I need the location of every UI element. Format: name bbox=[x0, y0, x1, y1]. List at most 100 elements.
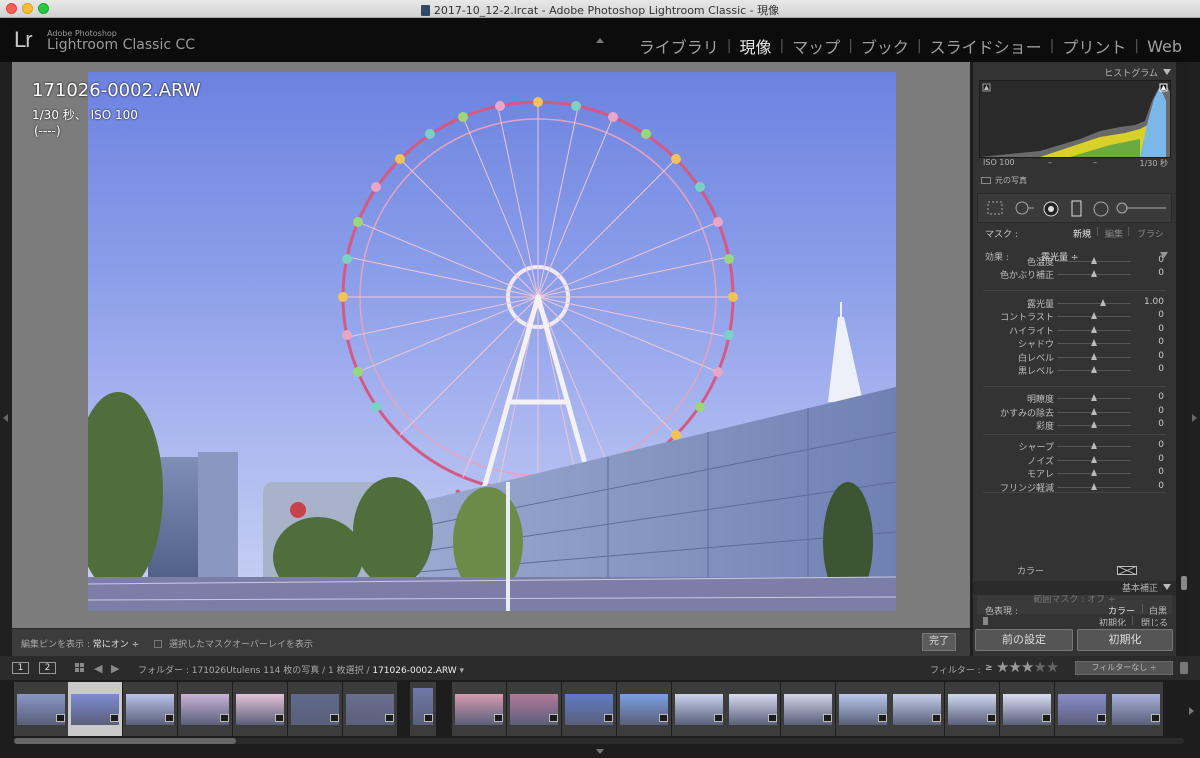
mask-edit-button[interactable]: 編集 bbox=[1105, 227, 1123, 240]
star-icon[interactable]: ★ bbox=[996, 658, 1009, 676]
star-icon[interactable]: ★ bbox=[1046, 658, 1059, 676]
mask-brush-button[interactable]: ブラシ bbox=[1137, 227, 1164, 240]
right-panel-toggle-icon[interactable] bbox=[1192, 414, 1197, 422]
slider-knob[interactable] bbox=[1099, 299, 1106, 306]
slider-value[interactable]: 0 bbox=[1158, 419, 1164, 429]
filter-preset-select[interactable]: フィルターなし ÷ bbox=[1075, 661, 1173, 675]
filmstrip-thumbnail[interactable] bbox=[123, 682, 177, 736]
filmstrip-thumbnail[interactable] bbox=[233, 682, 287, 736]
filmstrip-scrollbar[interactable] bbox=[14, 738, 236, 744]
slider-value[interactable]: 0 bbox=[1158, 481, 1164, 491]
slider-value[interactable]: 0 bbox=[1158, 406, 1164, 416]
module-print[interactable]: プリント bbox=[1054, 34, 1134, 58]
right-panel-edge[interactable] bbox=[1188, 62, 1200, 656]
slider-knob[interactable] bbox=[1091, 394, 1097, 401]
filmstrip-thumbnail[interactable] bbox=[410, 682, 436, 736]
original-photo-checkbox[interactable] bbox=[981, 177, 991, 184]
filter-lock-icon[interactable] bbox=[1180, 662, 1188, 674]
collapse-histogram-icon[interactable] bbox=[1163, 69, 1171, 75]
panel-scrollbar[interactable] bbox=[1181, 576, 1187, 590]
slider-knob[interactable] bbox=[1091, 469, 1097, 476]
slider-knob[interactable] bbox=[1091, 353, 1097, 360]
slider-knob[interactable] bbox=[1091, 456, 1097, 463]
star-icon[interactable]: ★ bbox=[1033, 658, 1046, 676]
filmstrip-thumbnail[interactable] bbox=[288, 682, 342, 736]
slider-value[interactable]: 0 bbox=[1158, 440, 1164, 450]
filmstrip-thumbnail[interactable] bbox=[1000, 682, 1054, 736]
main-photo[interactable] bbox=[88, 72, 896, 611]
slider-knob[interactable] bbox=[1091, 421, 1097, 428]
slider-knob[interactable] bbox=[1091, 339, 1097, 346]
basic-header[interactable]: 基本補正 bbox=[973, 581, 1176, 595]
slider-value[interactable]: 0 bbox=[1158, 467, 1164, 477]
filmstrip-thumbnail[interactable] bbox=[836, 682, 890, 736]
filmstrip-thumbnail[interactable] bbox=[672, 682, 726, 736]
slider-knob[interactable] bbox=[1091, 312, 1097, 319]
slider-knob[interactable] bbox=[1091, 257, 1097, 264]
filter-operator[interactable]: ≥ bbox=[985, 663, 993, 673]
filmstrip-thumbnail[interactable] bbox=[1055, 682, 1109, 736]
slider-knob[interactable] bbox=[1091, 442, 1097, 449]
top-panel-toggle-icon[interactable] bbox=[596, 38, 604, 43]
secondary-window-button[interactable]: 2 bbox=[39, 662, 56, 674]
slider-value[interactable]: 0 bbox=[1158, 364, 1164, 374]
slider-knob[interactable] bbox=[1091, 408, 1097, 415]
radial-filter-icon[interactable] bbox=[1092, 200, 1110, 218]
filmstrip-thumbnail[interactable] bbox=[343, 682, 397, 736]
edit-pin-dropdown[interactable]: 編集ピンを表示 : 常にオン ÷ bbox=[21, 637, 139, 650]
bottom-panel-toggle-icon[interactable] bbox=[596, 749, 604, 754]
edit-pin-value[interactable]: 常にオン ÷ bbox=[93, 640, 139, 650]
treatment-color-button[interactable]: カラー bbox=[1108, 604, 1135, 617]
filmstrip-scroll-right-icon[interactable] bbox=[1189, 707, 1194, 715]
left-panel-edge[interactable] bbox=[0, 62, 12, 656]
mask-overlay-toggle[interactable]: 選択したマスクオーバーレイを表示 bbox=[154, 637, 313, 650]
slider-knob[interactable] bbox=[1091, 270, 1097, 277]
filmstrip-thumbnail[interactable] bbox=[562, 682, 616, 736]
graduated-filter-icon[interactable] bbox=[1070, 200, 1084, 218]
filmstrip-thumbnail[interactable] bbox=[68, 682, 122, 736]
primary-window-button[interactable]: 1 bbox=[12, 662, 29, 674]
crop-overlay-icon[interactable] bbox=[986, 200, 1004, 216]
adjustment-brush-icon[interactable] bbox=[1116, 200, 1168, 216]
done-button[interactable]: 完了 bbox=[922, 633, 956, 651]
original-photo-toggle[interactable]: 元の写真 bbox=[981, 175, 1027, 186]
mask-overlay-checkbox[interactable] bbox=[154, 640, 162, 648]
slider-value[interactable]: 0 bbox=[1158, 255, 1164, 265]
filmstrip-thumbnail[interactable] bbox=[617, 682, 671, 736]
filmstrip-thumbnail[interactable] bbox=[507, 682, 561, 736]
histogram-header[interactable]: ヒストグラム bbox=[973, 66, 1176, 80]
spot-removal-icon[interactable] bbox=[1014, 200, 1036, 216]
module-book[interactable]: ブック bbox=[853, 34, 917, 58]
mask-new-button[interactable]: 新規 bbox=[1073, 227, 1091, 240]
collapse-basic-icon[interactable] bbox=[1163, 584, 1171, 590]
slider-track[interactable] bbox=[1057, 303, 1131, 304]
reset-all-button[interactable]: 初期化 bbox=[1077, 629, 1173, 651]
module-map[interactable]: マップ bbox=[784, 34, 848, 58]
filmstrip-thumbnail[interactable] bbox=[945, 682, 999, 736]
slider-value[interactable]: 0 bbox=[1158, 392, 1164, 402]
module-slideshow[interactable]: スライドショー bbox=[922, 34, 1050, 58]
filmstrip-thumbnail[interactable] bbox=[726, 682, 780, 736]
star-icon[interactable]: ★ bbox=[1021, 658, 1034, 676]
slider-value[interactable]: 0 bbox=[1158, 454, 1164, 464]
slider-value[interactable]: 0 bbox=[1158, 268, 1164, 278]
slider-value[interactable]: 0 bbox=[1158, 351, 1164, 361]
slider-value[interactable]: 1.00 bbox=[1144, 297, 1164, 307]
module-library[interactable]: ライブラリ bbox=[631, 34, 727, 58]
forward-arrow-icon[interactable]: ▶ bbox=[111, 662, 119, 675]
grid-view-icon[interactable] bbox=[75, 663, 85, 673]
left-panel-toggle-icon[interactable] bbox=[3, 414, 8, 422]
previous-settings-button[interactable]: 前の設定 bbox=[975, 629, 1073, 651]
star-icon[interactable]: ★ bbox=[1008, 658, 1021, 676]
module-develop[interactable]: 現像 bbox=[731, 34, 779, 58]
filmstrip-thumbnail[interactable] bbox=[178, 682, 232, 736]
filmstrip-thumbnail[interactable] bbox=[1109, 682, 1163, 736]
filmstrip-thumbnail[interactable] bbox=[890, 682, 944, 736]
slider-value[interactable]: 0 bbox=[1158, 310, 1164, 320]
filmstrip-thumbnail[interactable] bbox=[14, 682, 68, 736]
slider-knob[interactable] bbox=[1091, 326, 1097, 333]
slider-value[interactable]: 0 bbox=[1158, 324, 1164, 334]
slider-value[interactable]: 0 bbox=[1158, 337, 1164, 347]
filmstrip-thumbnail[interactable] bbox=[452, 682, 506, 736]
module-web[interactable]: Web bbox=[1139, 37, 1190, 56]
